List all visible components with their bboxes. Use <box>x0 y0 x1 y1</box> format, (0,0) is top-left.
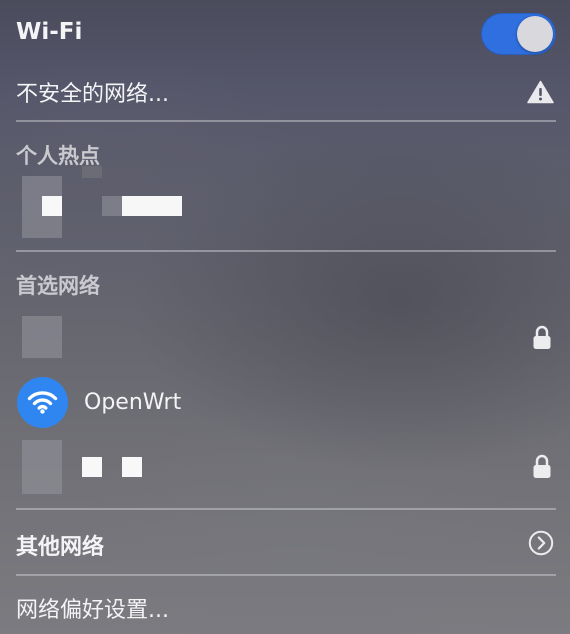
redacted-block <box>42 196 62 216</box>
network-preferences-label: 网络偏好设置... <box>16 598 169 623</box>
redacted-block <box>82 166 102 178</box>
wifi-toggle-knob <box>517 16 553 52</box>
wifi-toggle[interactable] <box>481 13 556 55</box>
divider <box>16 574 556 576</box>
warning-triangle-icon <box>527 80 554 104</box>
divider <box>16 508 556 510</box>
redacted-block <box>102 196 122 216</box>
insecure-networks-row[interactable]: 不安全的网络... <box>0 68 570 114</box>
network-row[interactable] <box>0 436 570 496</box>
preferred-section-title: 首选网络 <box>16 274 100 298</box>
lock-icon <box>533 325 551 349</box>
divider <box>16 250 556 252</box>
wifi-icon <box>27 391 58 414</box>
chevron-right-circle-icon[interactable] <box>528 530 554 556</box>
network-preferences-row[interactable]: 网络偏好设置... <box>0 584 570 630</box>
redacted-block <box>122 457 142 477</box>
other-networks-row[interactable]: 其他网络 <box>0 520 570 566</box>
hotspot-device-name-redacted <box>122 196 182 216</box>
network-icon-redacted <box>22 440 62 494</box>
wifi-title: Wi-Fi <box>16 19 83 45</box>
wifi-menu-panel: Wi-Fi 不安全的网络... 个人热点 首选网络 OpenWrt 其他网络 网… <box>0 0 570 634</box>
network-row-openwrt[interactable]: OpenWrt <box>0 372 570 434</box>
network-icon-redacted <box>22 316 62 358</box>
network-name: OpenWrt <box>84 390 182 415</box>
redacted-block <box>82 457 102 477</box>
insecure-networks-label: 不安全的网络... <box>16 82 169 107</box>
hotspot-device-row[interactable] <box>0 166 570 240</box>
other-networks-label: 其他网络 <box>16 535 105 560</box>
lock-icon <box>533 454 551 478</box>
network-row[interactable] <box>0 312 570 362</box>
wifi-connected-badge <box>17 377 68 428</box>
divider <box>16 120 556 122</box>
